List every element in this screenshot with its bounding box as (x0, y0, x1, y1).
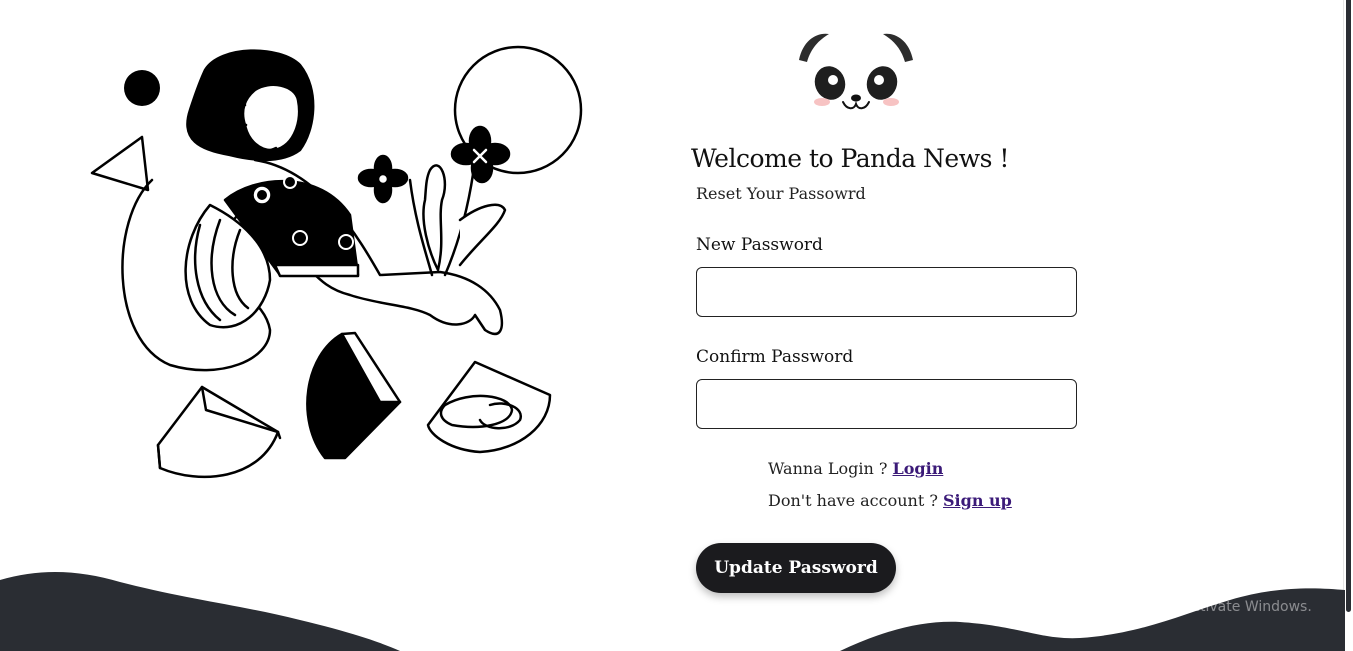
signup-link[interactable]: Sign up (943, 491, 1012, 510)
watermark-line2: Go to Settings to activate Windows. (1061, 599, 1312, 615)
panda-icon (795, 28, 917, 118)
login-prompt-line: Wanna Login ? Login (768, 459, 943, 478)
page-subtitle: Reset Your Passowrd (696, 184, 866, 203)
windows-activation-watermark: Activate Windows Go to Settings to activ… (1061, 575, 1312, 615)
hero-illustration (80, 40, 600, 490)
signup-prompt-text: Don't have account ? (768, 491, 943, 510)
scrollbar-thumb[interactable] (1346, 0, 1351, 612)
new-password-label: New Password (696, 235, 823, 255)
confirm-password-input[interactable] (696, 379, 1077, 429)
new-password-input[interactable] (696, 267, 1077, 317)
signup-prompt-line: Don't have account ? Sign up (768, 491, 1012, 510)
page-title: Welcome to Panda News ! (691, 144, 1009, 173)
confirm-password-label: Confirm Password (696, 347, 854, 367)
login-prompt-text: Wanna Login ? (768, 459, 893, 478)
watermark-line1: Activate Windows (1061, 575, 1230, 597)
page-scrollbar[interactable] (1343, 0, 1353, 651)
login-link[interactable]: Login (893, 459, 944, 478)
